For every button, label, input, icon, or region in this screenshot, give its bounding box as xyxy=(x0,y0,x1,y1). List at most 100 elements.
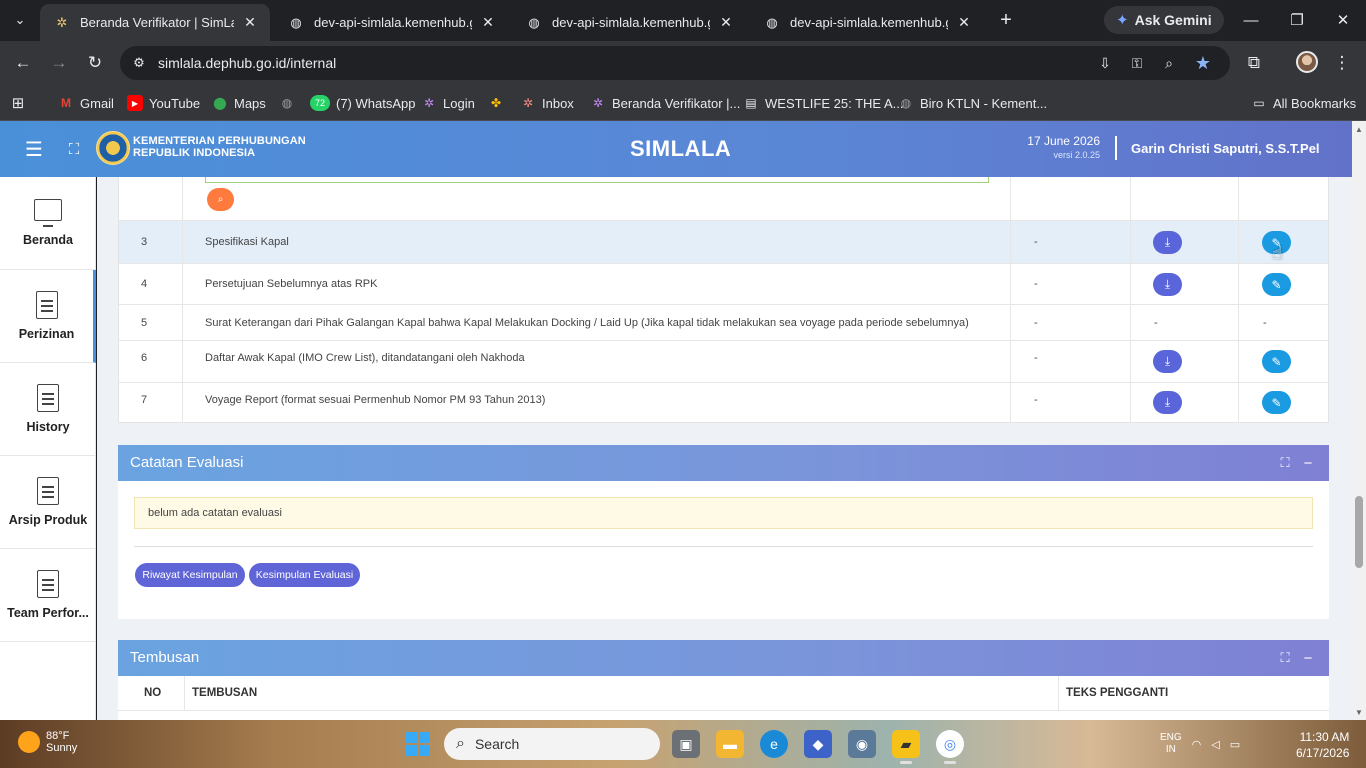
tab-dev-api-3[interactable]: ◍ dev-api-simlala.kemenhub.go.id ✕ xyxy=(750,4,984,41)
app-shield-icon[interactable]: ◆ xyxy=(804,730,832,758)
collapse-minus-icon[interactable]: − xyxy=(1300,650,1316,667)
minimize-icon[interactable]: — xyxy=(1228,0,1274,40)
gmail-icon: M xyxy=(61,96,71,110)
forward-arrow-icon[interactable]: → xyxy=(45,49,73,77)
bookmark-whatsapp[interactable]: 72 (7) WhatsApp xyxy=(310,92,415,114)
install-app-icon[interactable]: ⇩ xyxy=(1094,52,1116,74)
bookmark-maps[interactable]: ⬤ Maps xyxy=(212,92,266,114)
maximize-icon[interactable]: ⛶ xyxy=(1277,650,1293,666)
column-header-no: NO xyxy=(144,687,162,699)
edge-browser-icon[interactable]: e xyxy=(760,730,788,758)
edit-icon[interactable]: ✎ xyxy=(1262,391,1291,414)
current-date: 17 June 2026 xyxy=(1027,134,1100,148)
bookmark-star-icon[interactable]: ★ xyxy=(1192,52,1214,74)
password-key-icon[interactable]: ⚿ xyxy=(1126,52,1148,74)
close-window-icon[interactable]: ✕ xyxy=(1320,0,1366,40)
browser-toolbar: ← → ↻ ⚙ simlala.dephub.go.id/internal ⇩ … xyxy=(0,41,1366,85)
address-bar[interactable]: ⚙ simlala.dephub.go.id/internal ⇩ ⚿ ⌕ ★ xyxy=(120,46,1230,80)
sidebar-item-perizinan[interactable]: Perizinan xyxy=(0,270,96,363)
edit-icon[interactable]: ✎ xyxy=(1262,350,1291,373)
bookmark-youtube[interactable]: ▶ YouTube xyxy=(127,92,200,114)
windows-start-icon[interactable] xyxy=(406,732,430,756)
kesimpulan-evaluasi-button[interactable]: Kesimpulan Evaluasi xyxy=(249,563,360,587)
close-tab-icon[interactable]: ✕ xyxy=(956,14,972,31)
new-tab-button[interactable]: + xyxy=(994,8,1018,32)
battery-icon[interactable]: ▭ xyxy=(1230,738,1240,751)
column-header-tembusan: TEMBUSAN xyxy=(192,687,258,699)
bookmark-westlife[interactable]: ▤ WESTLIFE 25: THE A... xyxy=(743,92,903,114)
riwayat-kesimpulan-button[interactable]: Riwayat Kesimpulan xyxy=(135,563,245,587)
taskbar-search[interactable]: ⌕ Search xyxy=(444,728,660,760)
weather-widget[interactable]: 88°F Sunny xyxy=(18,730,77,754)
tembusan-panel-header: Tembusan ⛶ − xyxy=(118,640,1329,676)
header-date: 17 June 2026 versi 2.0.25 xyxy=(1027,134,1100,162)
volume-icon[interactable]: ◁ xyxy=(1211,738,1219,751)
ask-gemini-button[interactable]: ✦ Ask Gemini xyxy=(1104,6,1224,34)
bookmark-biro-ktln[interactable]: ◍ Biro KTLN - Kement... xyxy=(898,92,1047,114)
hamburger-menu-icon[interactable]: ☰ xyxy=(22,138,46,161)
wifi-icon[interactable]: ◠ xyxy=(1192,738,1202,751)
fullscreen-icon[interactable]: ⛶ xyxy=(63,138,85,160)
tab-dev-api-2[interactable]: ◍ dev-api-simlala.kemenhub.go.id ✕ xyxy=(512,4,746,41)
bookmark-pinwheel[interactable]: ✤ xyxy=(488,92,504,114)
bookmark-label: WESTLIFE 25: THE A... xyxy=(765,95,904,111)
app-header: ☰ ⛶ KEMENTERIAN PERHUBUNGAN REPUBLIK IND… xyxy=(0,121,1352,177)
all-bookmarks[interactable]: ▭ All Bookmarks xyxy=(1251,92,1356,114)
tab-dev-api-1[interactable]: ◍ dev-api-simlala.kemenhub.go.id ✕ xyxy=(274,4,508,41)
table-row: 6 Daftar Awak Kapal (IMO Crew List), dit… xyxy=(119,341,1328,383)
reload-icon[interactable]: ↻ xyxy=(81,49,109,77)
note-textarea[interactable] xyxy=(205,177,989,183)
panel-title: Tembusan xyxy=(130,649,200,666)
download-icon[interactable]: ⤓ xyxy=(1153,231,1182,254)
scroll-up-icon[interactable]: ▲ xyxy=(1355,125,1363,134)
file-explorer-icon[interactable]: ▬ xyxy=(716,730,744,758)
temperature: 88°F xyxy=(46,730,70,742)
site-info-icon[interactable]: ⚙ xyxy=(130,54,148,72)
apps-grid-icon[interactable]: ⊞ xyxy=(10,92,26,114)
tab-search-chevron-icon[interactable]: ⌄ xyxy=(6,6,34,34)
bookmark-login[interactable]: ✲ Login xyxy=(421,92,475,114)
sidebar-item-beranda[interactable]: Beranda xyxy=(0,177,96,270)
bookmark-label: Biro KTLN - Kement... xyxy=(920,95,1048,111)
chrome-icon[interactable]: ◎ xyxy=(936,730,964,764)
tab-simlala[interactable]: ✲ Beranda Verifikator | SimLala ✕ xyxy=(40,4,270,41)
close-tab-icon[interactable]: ✕ xyxy=(242,14,258,31)
camera-app-icon[interactable]: ◉ xyxy=(848,730,876,758)
sticky-notes-icon[interactable]: ▰ xyxy=(892,730,920,764)
collapse-minus-icon[interactable]: − xyxy=(1300,455,1316,472)
url-text[interactable]: simlala.dephub.go.id/internal xyxy=(158,55,336,71)
extensions-puzzle-icon[interactable]: ⧉ xyxy=(1240,49,1268,77)
back-arrow-icon[interactable]: ← xyxy=(9,49,37,77)
chrome-menu-icon[interactable]: ⋮ xyxy=(1328,49,1356,77)
zoom-icon[interactable]: ⌕ xyxy=(1158,52,1180,74)
maximize-icon[interactable]: ⛶ xyxy=(1277,455,1293,471)
scroll-down-icon[interactable]: ▼ xyxy=(1355,708,1363,717)
bookmark-label: YouTube xyxy=(149,95,201,111)
bookmark-gmail[interactable]: M Gmail xyxy=(58,92,114,114)
download-icon[interactable]: ⤓ xyxy=(1153,350,1182,373)
bookmark-beranda-verifikator[interactable]: ✲ Beranda Verifikator |... xyxy=(590,92,740,114)
profile-avatar[interactable] xyxy=(1296,51,1318,73)
bookmark-globe[interactable]: ◍ xyxy=(279,92,295,114)
taskbar-clock[interactable]: 11:30 AM 6/17/2026 xyxy=(1296,729,1349,761)
download-icon[interactable]: ⤓ xyxy=(1153,391,1182,414)
download-icon[interactable]: ⤓ xyxy=(1153,273,1182,296)
scroll-thumb[interactable] xyxy=(1355,496,1363,568)
language-indicator[interactable]: ENG IN xyxy=(1160,732,1182,756)
user-name[interactable]: Garin Christi Saputri, S.S.T.Pel xyxy=(1131,141,1320,156)
edit-icon[interactable]: ✎ xyxy=(1262,273,1291,296)
restore-icon[interactable]: ❐ xyxy=(1274,0,1320,40)
sidebar-item-team-performance[interactable]: Team Perfor... xyxy=(0,549,96,642)
document-status: - xyxy=(1034,278,1038,290)
ministry-line-2: REPUBLIK INDONESIA xyxy=(133,147,256,159)
search-icon[interactable]: ⌕ xyxy=(207,188,234,211)
sidebar-item-arsip-produk[interactable]: Arsip Produk xyxy=(0,456,96,549)
bookmark-inbox[interactable]: ✲ Inbox xyxy=(520,92,574,114)
task-view-icon[interactable]: ▣ xyxy=(672,730,700,758)
close-tab-icon[interactable]: ✕ xyxy=(480,14,496,31)
close-tab-icon[interactable]: ✕ xyxy=(718,14,734,31)
page-scrollbar[interactable]: ▲ ▼ xyxy=(1352,121,1366,720)
sidebar-item-history[interactable]: History xyxy=(0,363,96,456)
youtube-icon: ▶ xyxy=(127,95,143,111)
tembusan-panel: Tembusan ⛶ − NO TEMBUSAN TEKS PENGGANTI xyxy=(118,640,1329,720)
